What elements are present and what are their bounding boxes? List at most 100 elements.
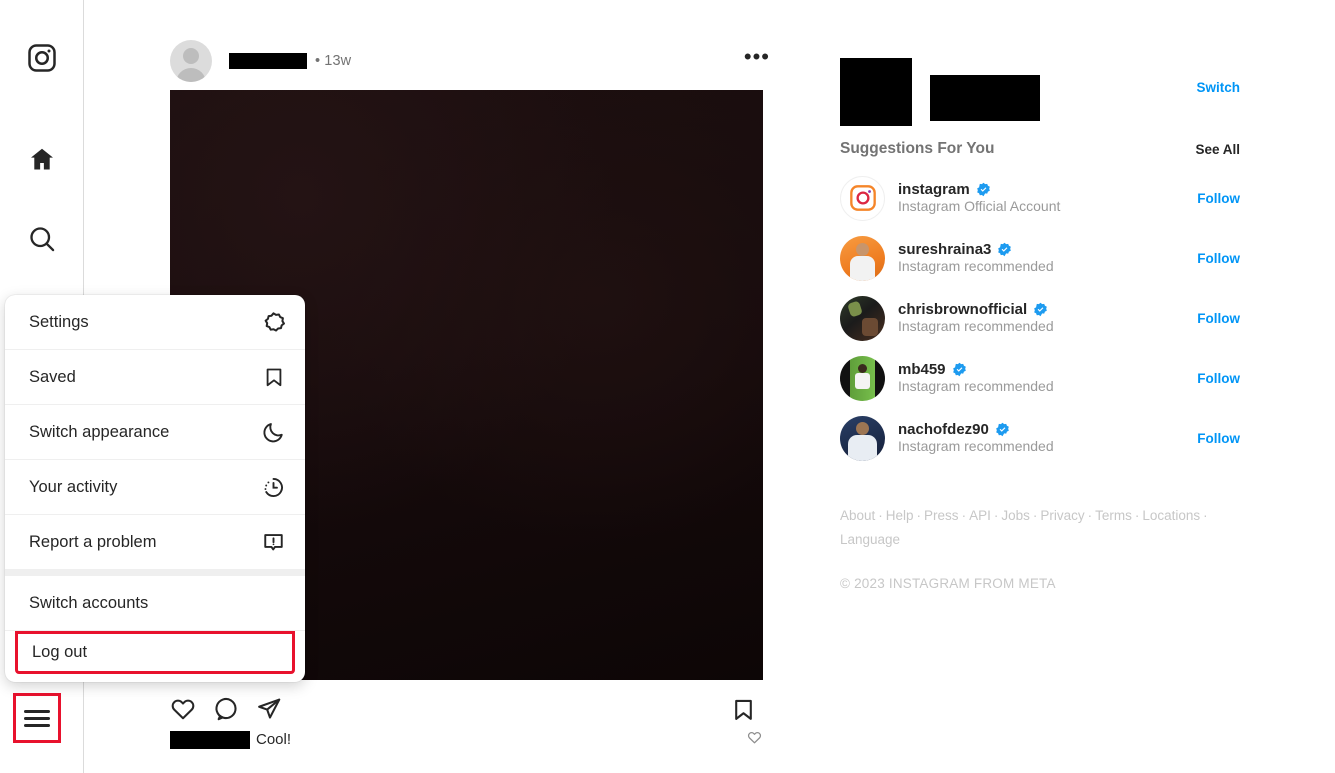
search-icon[interactable] bbox=[0, 211, 83, 267]
suggestion-username-row[interactable]: mb459 bbox=[898, 361, 1054, 378]
like-icon[interactable] bbox=[170, 696, 196, 722]
suggestions-title: Suggestions For You bbox=[840, 140, 995, 157]
suggestion-avatar[interactable] bbox=[840, 295, 885, 341]
follow-button[interactable]: Follow bbox=[1197, 251, 1240, 266]
menu-item-log-out[interactable]: Log out bbox=[15, 631, 295, 674]
verified-badge-icon bbox=[952, 362, 966, 376]
post-author-avatar[interactable] bbox=[170, 40, 212, 82]
footer-link-locations[interactable]: Locations bbox=[1142, 508, 1200, 523]
comment-icon[interactable] bbox=[213, 696, 239, 722]
bookmark-icon bbox=[263, 366, 285, 388]
post-action-bar bbox=[170, 680, 770, 728]
right-sidebar: Switch Suggestions For You See All insta… bbox=[840, 0, 1260, 591]
suggestion-subtitle: Instagram Official Account bbox=[898, 197, 1061, 214]
post-header: • 13w ••• bbox=[170, 32, 770, 90]
current-account-row: Switch bbox=[840, 54, 1260, 132]
hamburger-icon bbox=[24, 706, 50, 731]
menu-item-settings[interactable]: Settings bbox=[5, 295, 305, 350]
footer-link-help[interactable]: Help bbox=[886, 508, 914, 523]
suggestion-item: instagram Instagram Official Account Fol… bbox=[840, 168, 1260, 228]
suggestion-username-row[interactable]: nachofdez90 bbox=[898, 421, 1054, 438]
more-options-menu: Settings Saved Switch appearance Your ac… bbox=[5, 295, 305, 682]
instagram-web-page: • 13w ••• Cool! Switch Suggestions For Y… bbox=[0, 0, 1335, 773]
suggestion-username: mb459 bbox=[898, 360, 946, 378]
suggestion-username: chrisbrownofficial bbox=[898, 300, 1028, 318]
moon-icon bbox=[262, 421, 285, 444]
suggestion-text: chrisbrownofficial Instagram recommended bbox=[898, 301, 1054, 336]
see-all-link[interactable]: See All bbox=[1195, 142, 1240, 157]
footer-link-about[interactable]: About bbox=[840, 508, 875, 523]
menu-item-label: Switch appearance bbox=[29, 422, 170, 441]
suggestion-username: instagram bbox=[898, 180, 970, 198]
menu-item-label: Your activity bbox=[29, 477, 118, 496]
footer-link-language[interactable]: Language bbox=[840, 532, 900, 547]
suggestion-username: nachofdez90 bbox=[898, 420, 989, 438]
report-problem-icon bbox=[262, 531, 285, 554]
menu-item-label: Report a problem bbox=[29, 532, 157, 551]
suggestion-avatar[interactable] bbox=[840, 235, 885, 281]
suggestion-text: instagram Instagram Official Account bbox=[898, 181, 1060, 216]
footer-links: About · Help · Press · API · Jobs · Privacy · Terms ·… bbox=[840, 508, 1208, 547]
suggestion-username-row[interactable]: instagram bbox=[898, 181, 1060, 198]
follow-button[interactable]: Follow bbox=[1197, 191, 1240, 206]
verified-badge-icon bbox=[1034, 302, 1047, 316]
verified-badge-icon bbox=[996, 422, 1009, 436]
save-icon[interactable] bbox=[731, 697, 756, 722]
post-timestamp: • 13w bbox=[315, 53, 352, 69]
follow-button[interactable]: Follow bbox=[1197, 311, 1240, 326]
suggestions-list: instagram Instagram Official Account Fol… bbox=[840, 168, 1260, 468]
follow-button[interactable]: Follow bbox=[1197, 371, 1240, 386]
footer-link-jobs[interactable]: Jobs bbox=[1001, 508, 1030, 523]
comment-like-icon[interactable] bbox=[747, 730, 762, 749]
current-account-avatar-redacted[interactable] bbox=[840, 58, 912, 126]
home-icon[interactable] bbox=[0, 131, 83, 187]
menu-item-your-activity[interactable]: Your activity bbox=[5, 460, 305, 515]
suggestion-subtitle: Instagram recommended bbox=[898, 257, 1054, 274]
suggestion-item: mb459 Instagram recommended Follow bbox=[840, 348, 1260, 408]
menu-item-switch-appearance[interactable]: Switch appearance bbox=[5, 405, 305, 460]
copyright-text: © 2023 INSTAGRAM FROM META bbox=[840, 576, 1056, 591]
suggestion-avatar[interactable] bbox=[840, 175, 885, 221]
verified-badge-icon bbox=[998, 242, 1012, 256]
follow-button[interactable]: Follow bbox=[1197, 431, 1240, 446]
suggestion-text: sureshraina3 Instagram recommended bbox=[898, 241, 1054, 276]
suggestion-subtitle: Instagram recommended bbox=[898, 437, 1054, 454]
current-account-username-redacted[interactable] bbox=[930, 75, 1040, 121]
post-options-icon[interactable]: ••• bbox=[744, 46, 770, 70]
suggestion-text: mb459 Instagram recommended bbox=[898, 361, 1054, 396]
suggestions-header: Suggestions For You See All bbox=[840, 140, 1260, 158]
suggestion-item: nachofdez90 Instagram recommended Follow bbox=[840, 408, 1260, 468]
more-menu-button[interactable] bbox=[13, 693, 61, 743]
activity-clock-icon bbox=[262, 476, 285, 499]
footer-link-privacy[interactable]: Privacy bbox=[1040, 508, 1084, 523]
suggestion-avatar[interactable] bbox=[840, 355, 885, 401]
footer-link-api[interactable]: API bbox=[969, 508, 991, 523]
menu-item-switch-accounts[interactable]: Switch accounts bbox=[5, 576, 305, 631]
share-icon[interactable] bbox=[256, 696, 282, 722]
suggestion-item: sureshraina3 Instagram recommended Follo… bbox=[840, 228, 1260, 288]
suggestion-subtitle: Instagram recommended bbox=[898, 317, 1054, 334]
comment-author-redacted[interactable] bbox=[170, 730, 250, 749]
menu-item-label: Switch accounts bbox=[29, 593, 149, 612]
switch-account-link[interactable]: Switch bbox=[1196, 80, 1240, 95]
footer-link-terms[interactable]: Terms bbox=[1095, 508, 1132, 523]
verified-badge-icon bbox=[976, 182, 990, 196]
footer-link-press[interactable]: Press bbox=[924, 508, 959, 523]
menu-item-saved[interactable]: Saved bbox=[5, 350, 305, 405]
comment-text: Cool! bbox=[256, 731, 292, 748]
suggestion-username: sureshraina3 bbox=[898, 240, 992, 258]
suggestion-text: nachofdez90 Instagram recommended bbox=[898, 421, 1054, 456]
menu-item-label: Saved bbox=[29, 367, 76, 386]
instagram-logo-icon[interactable] bbox=[0, 30, 83, 86]
suggestion-username-row[interactable]: chrisbrownofficial bbox=[898, 301, 1054, 318]
gear-icon bbox=[262, 311, 285, 334]
menu-item-label: Settings bbox=[29, 312, 89, 331]
suggestion-username-row[interactable]: sureshraina3 bbox=[898, 241, 1054, 258]
post-comment-row: Cool! bbox=[170, 730, 770, 749]
suggestion-avatar[interactable] bbox=[840, 415, 885, 461]
menu-item-report-a-problem[interactable]: Report a problem bbox=[5, 515, 305, 570]
sidebar-footer: About · Help · Press · API · Jobs · Privacy · Terms ·… bbox=[840, 504, 1260, 591]
suggestion-subtitle: Instagram recommended bbox=[898, 377, 1054, 394]
post-author-username-redacted[interactable] bbox=[229, 53, 307, 69]
suggestion-item: chrisbrownofficial Instagram recommended… bbox=[840, 288, 1260, 348]
